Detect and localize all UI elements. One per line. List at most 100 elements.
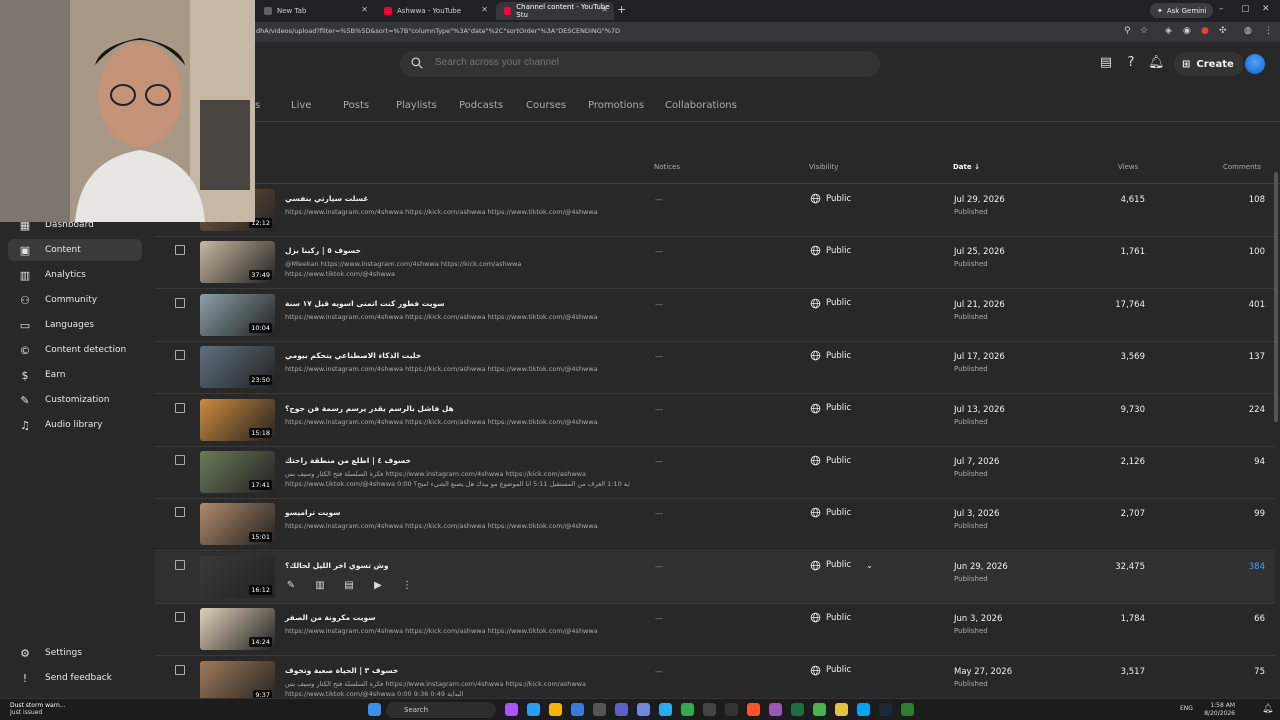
video-title[interactable]: سويت فطور كنت اتمنى اسويه قبل ١٧ سنة xyxy=(285,299,445,308)
table-row[interactable]: 12:12 غسلت سيارتي بنفسي https://www.instag… xyxy=(155,185,1275,237)
more-options-icon[interactable]: ⋮ xyxy=(401,580,413,592)
browser-tab-studio[interactable]: Channel content - YouTube Stu ✕ xyxy=(496,2,614,20)
video-thumbnail[interactable]: 9:37 xyxy=(200,660,275,703)
column-header-notices[interactable]: Notices xyxy=(654,163,680,171)
video-thumbnail[interactable]: 17:41 xyxy=(200,451,275,493)
row-checkbox[interactable] xyxy=(175,664,185,675)
close-icon[interactable]: ✕ xyxy=(481,5,488,14)
sidebar-item-content[interactable]: ▣ Content xyxy=(8,239,142,261)
video-thumbnail[interactable]: 15:18 xyxy=(200,398,275,441)
notifications-bell-icon[interactable]: 🔔︎ xyxy=(1148,55,1165,71)
create-button[interactable]: ⊞ Create xyxy=(1174,52,1244,76)
upload-feedback-icon[interactable]: ▤ xyxy=(1098,55,1114,71)
discord-icon[interactable] xyxy=(637,703,650,716)
excel-icon[interactable] xyxy=(791,703,804,716)
close-window-button[interactable]: ✕ xyxy=(1262,4,1270,14)
table-row[interactable]: 10:04 سويت فطور كنت اتمنى اسويه قبل ١٧ سن… xyxy=(155,290,1275,342)
browser-tab-new[interactable]: New Tab ✕ xyxy=(256,2,374,20)
search-box[interactable] xyxy=(400,51,880,77)
column-header-comments[interactable]: Comments xyxy=(1223,163,1261,171)
app-icon[interactable] xyxy=(769,703,782,716)
app-icon[interactable] xyxy=(725,703,738,716)
extension-icon[interactable]: ◉ xyxy=(1183,26,1191,36)
close-icon[interactable]: ✕ xyxy=(601,5,608,14)
record-icon[interactable]: ● xyxy=(1201,26,1209,36)
video-thumbnail[interactable]: 16:12 xyxy=(200,555,275,598)
app-icon[interactable] xyxy=(901,703,914,716)
sidebar-item-earn[interactable]: $ Earn xyxy=(8,364,142,386)
column-header-views[interactable]: Views xyxy=(1118,163,1138,171)
visibility-cell[interactable]: Public ⌄ xyxy=(810,560,873,571)
edit-pencil-icon[interactable]: ✎ xyxy=(285,580,297,592)
video-title[interactable]: خسوف ٥ | ركبنا بزل xyxy=(285,246,361,255)
tab-live[interactable]: Live xyxy=(291,100,311,111)
sidebar-item-customization[interactable]: ✎ Customization xyxy=(8,389,142,411)
row-checkbox[interactable] xyxy=(175,507,185,518)
bookmark-star-icon[interactable]: ☆ xyxy=(1140,26,1148,36)
comments-icon[interactable]: ▤ xyxy=(343,580,355,592)
row-checkbox[interactable] xyxy=(175,297,185,308)
sidebar-item-settings[interactable]: ⚙ Settings xyxy=(8,642,142,664)
scrollbar[interactable] xyxy=(1274,172,1278,422)
sidebar-item-languages[interactable]: ▭ Languages xyxy=(8,314,142,336)
language-indicator[interactable]: ENG xyxy=(1180,705,1193,712)
maximize-button[interactable]: ▢ xyxy=(1241,4,1250,14)
channel-avatar[interactable] xyxy=(1245,54,1265,74)
app-icon[interactable] xyxy=(703,703,716,716)
app-icon[interactable] xyxy=(505,703,518,716)
weather-widget[interactable]: Dust storm warn... Just issued xyxy=(10,702,66,716)
table-row[interactable]: 14:24 سويت مكرونة من الصفر https://www.ins… xyxy=(155,604,1275,657)
tab-playlists[interactable]: Playlists xyxy=(396,100,437,111)
row-checkbox[interactable] xyxy=(175,402,185,413)
app-icon[interactable] xyxy=(835,703,848,716)
close-icon[interactable]: ✕ xyxy=(361,5,368,14)
taskbar-clock[interactable]: 1:58 AM 8/20/2026 xyxy=(1204,702,1235,718)
video-title[interactable]: غسلت سيارتي بنفسي xyxy=(285,194,368,203)
column-header-date[interactable]: Date ↓ xyxy=(953,163,980,171)
sidebar-item-analytics[interactable]: ▥ Analytics xyxy=(8,264,142,286)
video-title[interactable]: سويت مكرونة من الصفر xyxy=(285,613,376,622)
browser-tab-youtube[interactable]: Ashwwa - YouTube ✕ xyxy=(376,2,494,20)
app-icon[interactable] xyxy=(593,703,606,716)
column-header-visibility[interactable]: Visibility xyxy=(809,163,838,171)
help-icon[interactable]: ? xyxy=(1123,55,1139,71)
video-title[interactable]: سويت تراميسو xyxy=(285,508,341,517)
tab-videos-partial[interactable]: s xyxy=(255,100,260,111)
taskbar-search[interactable]: Search xyxy=(386,702,496,718)
table-row[interactable]: 17:41 خسوف ٤ | اطلع من منطقة راحتك فكرة ال… xyxy=(155,447,1275,499)
steam-icon[interactable] xyxy=(879,703,892,716)
table-row[interactable]: 23:50 خليت الذكاء الاصطناعي يتحكم بيومي ht… xyxy=(155,342,1275,395)
video-thumbnail[interactable]: 23:50 xyxy=(200,346,275,389)
row-checkbox[interactable] xyxy=(175,350,185,361)
tab-podcasts[interactable]: Podcasts xyxy=(459,100,503,111)
minimize-button[interactable]: – xyxy=(1219,4,1224,14)
sidebar-item-send-feedback[interactable]: ! Send feedback xyxy=(8,667,142,689)
table-row[interactable]: 37:49 خسوف ٥ | ركبنا بزل @Mleekan https://… xyxy=(155,237,1275,290)
video-thumbnail[interactable]: 10:04 xyxy=(200,293,275,336)
video-title[interactable]: خسوف ٣ | الحياة صعبة وتخوف xyxy=(285,666,398,675)
table-row[interactable]: 15:18 هل فاشل بالرسم يقدر يرسم رسمة فن جو… xyxy=(155,395,1275,447)
sidebar-item-community[interactable]: ⚇ Community xyxy=(8,289,142,311)
tab-courses[interactable]: Courses xyxy=(526,100,566,111)
video-title[interactable]: وش تسوي اخر الليل لحالك؟ xyxy=(285,561,389,570)
app-icon[interactable] xyxy=(571,703,584,716)
search-input[interactable] xyxy=(435,57,835,68)
puzzle-icon[interactable]: ✣ xyxy=(1219,26,1227,36)
tab-promotions[interactable]: Promotions xyxy=(588,100,644,111)
tab-collaborations[interactable]: Collaborations xyxy=(665,100,737,111)
telegram-icon[interactable] xyxy=(659,703,672,716)
store-icon[interactable] xyxy=(857,703,870,716)
chevron-down-icon[interactable]: ⌄ xyxy=(866,561,873,570)
row-checkbox[interactable] xyxy=(175,559,185,570)
profile-icon[interactable]: ◍ xyxy=(1244,26,1252,36)
video-title[interactable]: خسوف ٤ | اطلع من منطقة راحتك xyxy=(285,456,411,465)
windows-start-icon[interactable] xyxy=(368,703,381,716)
teams-icon[interactable] xyxy=(615,703,628,716)
sidebar-item-audio-library[interactable]: ♫ Audio library xyxy=(8,414,142,436)
edge-icon[interactable] xyxy=(527,703,540,716)
comments-cell[interactable]: 384 xyxy=(1249,562,1265,572)
file-explorer-icon[interactable] xyxy=(549,703,562,716)
video-thumbnail[interactable]: 15:01 xyxy=(200,503,275,546)
row-checkbox[interactable] xyxy=(175,245,185,256)
row-checkbox[interactable] xyxy=(175,612,185,623)
